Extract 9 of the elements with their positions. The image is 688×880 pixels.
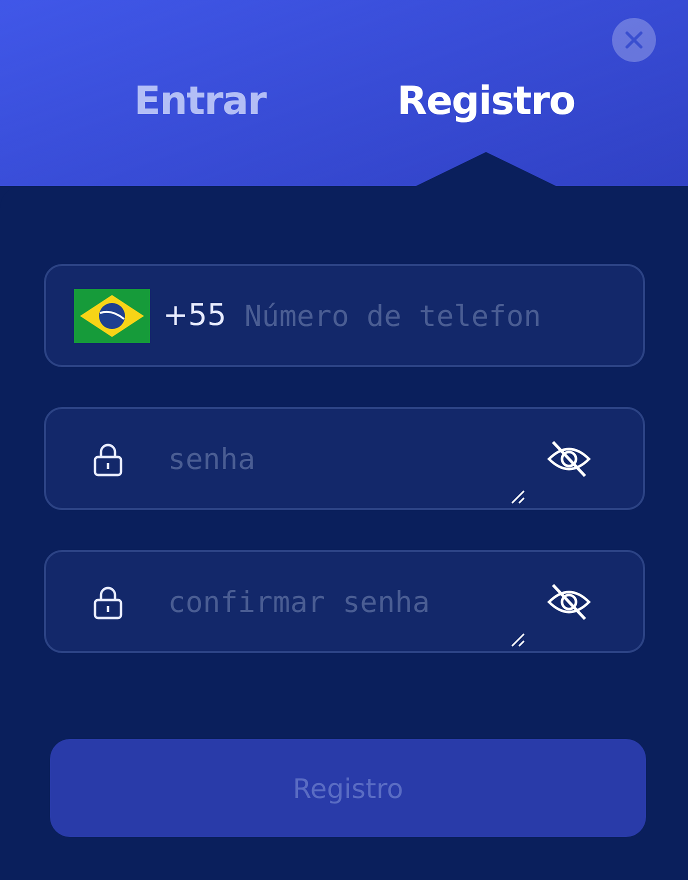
tab[interactable]: Registro (397, 76, 575, 126)
country-code[interactable]: +55 (163, 298, 226, 333)
resize-grip-icon (511, 490, 525, 504)
brazil-flag-icon (74, 288, 150, 342)
resize-grip-icon (511, 633, 525, 647)
close-icon (624, 30, 644, 50)
eye-slash-icon[interactable] (547, 438, 591, 478)
eye-slash-icon[interactable] (547, 582, 591, 622)
tab[interactable]: Entrar (134, 76, 266, 126)
